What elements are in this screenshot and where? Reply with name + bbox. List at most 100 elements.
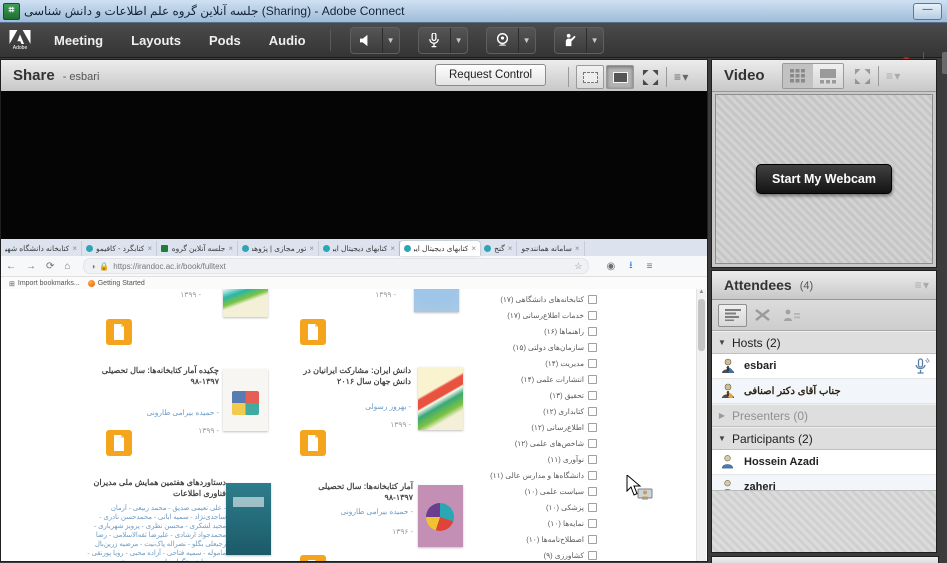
forward-icon[interactable]: → (26, 261, 36, 272)
filter-item[interactable]: خدمات اطلاع‌رسانی (۱۷) (471, 307, 597, 323)
tab-close-icon[interactable]: × (72, 244, 77, 253)
checkbox-icon[interactable] (588, 391, 597, 400)
collapse-triangle-icon[interactable]: ▼ (712, 434, 732, 443)
grid-view-icon[interactable] (783, 64, 813, 88)
book-cover[interactable] (223, 369, 268, 431)
book-author[interactable]: - علی نعیمی صدیق - محمد ربیعی - آرمان سا… (86, 504, 226, 561)
menu-audio[interactable]: Audio (269, 33, 306, 48)
reload-icon[interactable]: ⟳ (46, 261, 54, 272)
home-icon[interactable]: ⌂ (64, 261, 70, 272)
filter-item[interactable]: تحقیق (۱۳) (471, 387, 597, 403)
browser-tab[interactable]: گنج × (480, 241, 517, 256)
tab-close-icon[interactable]: × (147, 244, 152, 253)
start-webcam-button[interactable]: Start My Webcam (756, 164, 892, 194)
tab-close-icon[interactable]: × (228, 244, 233, 253)
filter-item[interactable]: دانشگاه‌ها و مدارس عالی (۱۱) (471, 467, 597, 483)
browser-tab[interactable]: سامانه همانندجو × (517, 241, 584, 256)
checkbox-icon[interactable] (588, 519, 597, 528)
webcam-icon[interactable] (487, 28, 519, 53)
checkbox-icon[interactable] (588, 343, 597, 352)
checkbox-icon[interactable] (588, 471, 597, 480)
filter-item[interactable]: کتابداری (۱۲) (471, 403, 597, 419)
checkbox-icon[interactable] (588, 359, 597, 368)
scrollbar-thumb[interactable] (698, 299, 705, 351)
microphone-button[interactable]: ▼ (418, 27, 468, 54)
checkbox-icon[interactable] (588, 503, 597, 512)
book-title[interactable]: دستاوردهای هفتمین همایش ملی مدیران فناور… (86, 477, 226, 499)
minimize-button[interactable]: — (913, 3, 942, 20)
menu-layouts[interactable]: Layouts (131, 33, 181, 48)
breakout-view-icon[interactable] (749, 305, 776, 326)
checkbox-icon[interactable] (588, 487, 597, 496)
filmstrip-view-icon[interactable] (813, 64, 843, 88)
browser-tab[interactable]: تور مجازی | پژوهشگاه × (238, 241, 319, 256)
pdf-download-icon[interactable] (300, 555, 326, 561)
book-cover[interactable] (418, 485, 463, 547)
pdf-download-icon[interactable] (106, 430, 132, 456)
book-cover[interactable] (223, 289, 268, 317)
speaker-icon[interactable] (351, 28, 383, 53)
book-author[interactable]: - حمیده بیرامی طارونی (293, 507, 413, 516)
raise-hand-dropdown[interactable]: ▼ (587, 28, 603, 53)
pdf-download-icon[interactable] (106, 319, 132, 345)
bookmark-star-icon[interactable]: ☆ (574, 261, 582, 272)
filter-item[interactable]: راهنماها (۱۶) (471, 323, 597, 339)
speaker-button[interactable]: ▼ (350, 27, 400, 54)
tab-close-icon[interactable]: × (309, 244, 314, 253)
checkbox-icon[interactable] (588, 535, 597, 544)
book-cover[interactable] (226, 483, 271, 555)
attendee-status-view-icon[interactable] (778, 305, 805, 326)
filter-item[interactable]: پزشکی (۱۰) (471, 499, 597, 515)
book-cover[interactable] (414, 289, 459, 312)
filter-item[interactable]: شاخص‌های علمی (۱۲) (471, 435, 597, 451)
tab-close-icon[interactable]: × (575, 244, 580, 253)
filter-item[interactable]: نمایه‌ها (۱۰) (471, 515, 597, 531)
pdf-download-icon[interactable] (300, 319, 326, 345)
filter-item[interactable]: نوآوری (۱۱) (471, 451, 597, 467)
scroll-up-icon[interactable]: ▲ (697, 289, 706, 295)
book-title[interactable]: چکیده آمار کتابخانه‌ها: سال تحصیلی ۱۳۹۷-… (86, 365, 219, 387)
book-cover[interactable] (418, 367, 463, 430)
shield-icon[interactable]: ◑ (90, 262, 95, 271)
attendee-row-dr-asnafi[interactable]: جناب آقای دکتر اصنافی (712, 379, 936, 404)
microphone-icon[interactable] (419, 28, 451, 53)
filter-item[interactable]: سیاست علمی (۱۰) (471, 483, 597, 499)
filter-item[interactable]: مدیریت (۱۴) (471, 355, 597, 371)
raise-hand-button[interactable]: ▼ (554, 27, 604, 54)
browser-tab[interactable]: کتابهای دیجیتال ایران × (400, 241, 480, 256)
browser-tab[interactable]: کتابخانه دانشگاه شهید بهشتی × (1, 241, 82, 256)
book-author[interactable]: - بهروز رسولی (293, 402, 411, 411)
filter-item[interactable]: کتابخانه‌های دانشگاهی (۱۷) (471, 291, 597, 307)
video-fullscreen-icon[interactable] (854, 68, 871, 85)
download-icon[interactable]: ⭳ (629, 258, 633, 275)
participants-section[interactable]: ▼ Participants (2) (712, 427, 936, 450)
hosts-section[interactable]: ▼ Hosts (2) (712, 331, 936, 354)
microphone-dropdown[interactable]: ▼ (451, 28, 467, 53)
browser-tab[interactable]: کتابگرد - کافیمو × (82, 241, 157, 256)
fullscreen-icon[interactable] (642, 69, 659, 86)
raise-hand-icon[interactable] (555, 28, 587, 53)
presenters-section[interactable]: ▶ Presenters (0) (712, 404, 936, 427)
page-scrollbar[interactable]: ▲ (696, 289, 706, 561)
book-title[interactable]: آمار کتابخانه‌ها: سال تحصیلی ۱۳۹۷-۹۸ (293, 481, 413, 503)
browser-tab[interactable]: جلسه آنلاین گروه علم × (157, 241, 238, 256)
attendees-pod-menu-icon[interactable]: ≡ ▾ (915, 278, 928, 292)
menu-pods[interactable]: Pods (209, 33, 241, 48)
checkbox-icon[interactable] (588, 455, 597, 464)
speaker-dropdown[interactable]: ▼ (383, 28, 399, 53)
browser-tab[interactable]: کتابهای دیجیتال ایران × (319, 241, 400, 256)
actual-size-view-button[interactable] (606, 65, 634, 89)
privacy-mask-icon[interactable]: ◉ (606, 261, 615, 272)
tab-close-icon[interactable]: × (471, 244, 476, 253)
book-title[interactable]: دانش ایران: مشارکت ایرانیان در دانش جهان… (293, 365, 411, 387)
webcam-dropdown[interactable]: ▼ (519, 28, 535, 53)
video-pod-menu-icon[interactable]: ≡ ▾ (886, 69, 899, 83)
pdf-download-icon[interactable] (300, 430, 326, 456)
menu-meeting[interactable]: Meeting (54, 33, 103, 48)
active-mic-icon[interactable] (912, 357, 930, 378)
attendee-list-view-icon[interactable] (718, 304, 747, 327)
filter-item[interactable]: اطلاع‌رسانی (۱۲) (471, 419, 597, 435)
import-bookmarks-item[interactable]: ⊞ Import bookmarks... (9, 280, 80, 288)
checkbox-icon[interactable] (588, 551, 597, 560)
adobe-logo-icon[interactable]: Adobe (0, 23, 40, 57)
